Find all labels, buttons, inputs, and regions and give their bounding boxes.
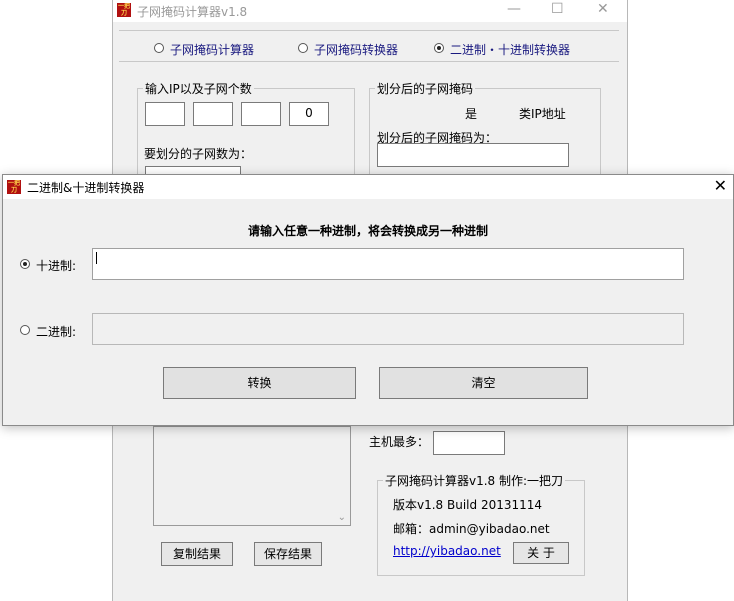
main-window-title: 子网掩码计算器v1.8: [137, 5, 248, 19]
mode-label-subnet-calc[interactable]: 子网掩码计算器: [170, 41, 254, 58]
mask-result-output[interactable]: [377, 143, 569, 167]
ip-octet-4-input[interactable]: 0: [289, 102, 329, 126]
ip-octet-3-input[interactable]: [241, 102, 281, 126]
app-icon: 一把刀: [117, 3, 131, 17]
host-max-output[interactable]: [433, 431, 505, 455]
mode-radio-bin-dec[interactable]: [434, 43, 444, 53]
ip-octet-1-input[interactable]: [145, 102, 185, 126]
clear-button[interactable]: 清空: [379, 367, 588, 399]
ip-group-legend: 输入IP以及子网个数: [143, 80, 254, 97]
mode-radio-mask-convert[interactable]: [298, 43, 308, 53]
ip-class-is-label: 是: [465, 107, 478, 121]
convert-button[interactable]: 转换: [163, 367, 356, 399]
binary-radio[interactable]: [20, 325, 30, 335]
save-result-button[interactable]: 保存结果: [254, 542, 322, 566]
binary-label[interactable]: 二进制:: [36, 323, 76, 340]
dialog-title: 二进制&十进制转换器: [27, 181, 145, 195]
mode-label-bin-dec[interactable]: 二进制・十进制转换器: [450, 41, 570, 58]
close-icon[interactable]: ✕: [597, 1, 609, 17]
result-list[interactable]: ⌄: [153, 426, 351, 526]
decimal-label[interactable]: 十进制:: [36, 257, 76, 274]
scroll-down-icon[interactable]: ⌄: [338, 512, 346, 523]
text-caret: [96, 252, 97, 264]
mask-group-legend: 划分后的子网掩码: [375, 80, 476, 97]
binary-input[interactable]: [92, 313, 684, 345]
email-text: 邮箱：admin@yibadao.net: [393, 522, 550, 536]
copy-result-button[interactable]: 复制结果: [161, 542, 233, 566]
decimal-input[interactable]: [92, 248, 684, 280]
host-max-label: 主机最多：: [369, 435, 430, 449]
dialog-close-icon[interactable]: ✕: [714, 176, 727, 195]
minimize-icon[interactable]: —: [507, 1, 521, 17]
about-group-legend: 子网掩码计算器v1.8 制作:一把刀: [383, 472, 566, 489]
main-titlebar: 一把刀 子网掩码计算器v1.8 — ☐ ✕: [113, 0, 627, 22]
dialog-prompt: 请输入任意一种进制，将会转换成另一种进制: [247, 224, 488, 238]
version-text: 版本v1.8 Build 20131114: [393, 498, 543, 512]
website-link[interactable]: http://yibadao.net: [393, 544, 501, 558]
mode-radio-subnet-calc[interactable]: [154, 43, 164, 53]
bin-dec-converter-dialog: 一把刀 二进制&十进制转换器 ✕ 请输入任意一种进制，将会转换成另一种进制 十进…: [2, 174, 734, 426]
about-button[interactable]: 关 于: [513, 542, 569, 564]
ip-class-label: 类IP地址: [519, 107, 566, 121]
dialog-titlebar: 一把刀 二进制&十进制转换器 ✕: [3, 175, 733, 199]
dialog-app-icon: 一把刀: [7, 180, 21, 194]
maximize-icon[interactable]: ☐: [551, 1, 564, 17]
subnet-count-label: 要划分的子网数为：: [144, 147, 253, 161]
ip-octet-2-input[interactable]: [193, 102, 233, 126]
mode-label-mask-convert[interactable]: 子网掩码转换器: [314, 41, 398, 58]
decimal-radio[interactable]: [20, 259, 30, 269]
